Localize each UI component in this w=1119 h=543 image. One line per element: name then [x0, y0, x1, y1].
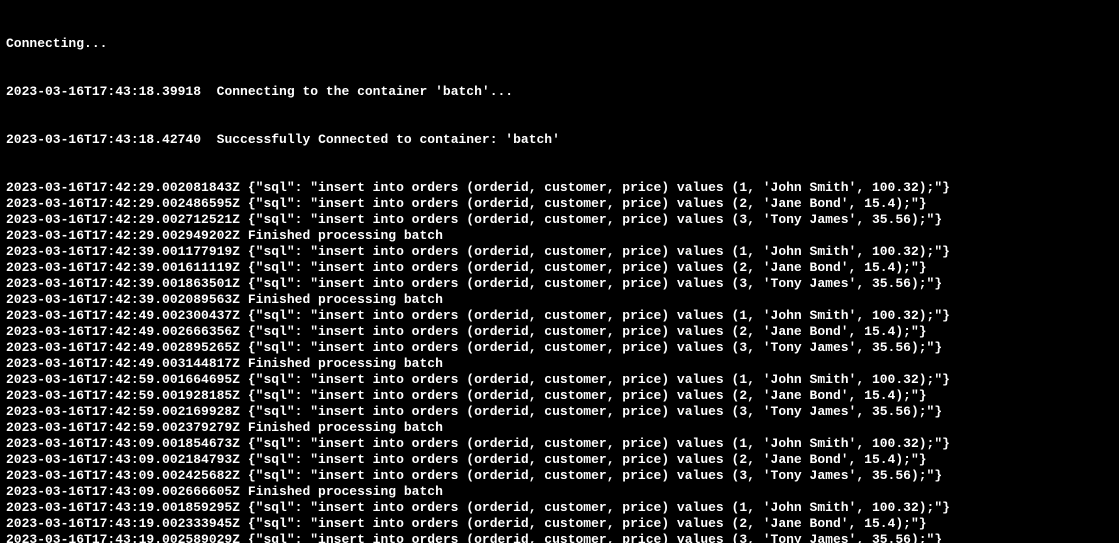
log-message: {"sql": "insert into orders (orderid, cu…	[240, 436, 950, 451]
log-line: 2023-03-16T17:42:49.002895265Z {"sql": "…	[6, 340, 1113, 356]
log-message: {"sql": "insert into orders (orderid, cu…	[240, 452, 927, 467]
timestamp: 2023-03-16T17:43:09.002666605Z	[6, 484, 240, 499]
log-message: {"sql": "insert into orders (orderid, cu…	[240, 532, 942, 543]
log-line: 2023-03-16T17:42:29.002712521Z {"sql": "…	[6, 212, 1113, 228]
log-line: 2023-03-16T17:43:09.002666605Z Finished …	[6, 484, 1113, 500]
timestamp: 2023-03-16T17:42:29.002712521Z	[6, 212, 240, 227]
log-message: {"sql": "insert into orders (orderid, cu…	[240, 500, 950, 515]
log-line: 2023-03-16T17:42:59.001928185Z {"sql": "…	[6, 388, 1113, 404]
log-line: 2023-03-16T17:42:39.001177919Z {"sql": "…	[6, 244, 1113, 260]
log-message: {"sql": "insert into orders (orderid, cu…	[240, 340, 942, 355]
header-line-2: 2023-03-16T17:43:18.42740 Successfully C…	[6, 132, 1113, 148]
log-line: 2023-03-16T17:42:49.002666356Z {"sql": "…	[6, 324, 1113, 340]
timestamp: 2023-03-16T17:42:39.001863501Z	[6, 276, 240, 291]
log-message: Successfully Connected to container: 'ba…	[201, 132, 560, 147]
log-line: 2023-03-16T17:42:59.002379279Z Finished …	[6, 420, 1113, 436]
log-line: 2023-03-16T17:42:29.002081843Z {"sql": "…	[6, 180, 1113, 196]
timestamp: 2023-03-16T17:43:18.39918	[6, 84, 201, 99]
log-line: 2023-03-16T17:43:09.001854673Z {"sql": "…	[6, 436, 1113, 452]
timestamp: 2023-03-16T17:42:49.003144817Z	[6, 356, 240, 371]
timestamp: 2023-03-16T17:43:19.002333945Z	[6, 516, 240, 531]
log-message: {"sql": "insert into orders (orderid, cu…	[240, 180, 950, 195]
timestamp: 2023-03-16T17:42:29.002949202Z	[6, 228, 240, 243]
timestamp: 2023-03-16T17:42:39.002089563Z	[6, 292, 240, 307]
log-line: 2023-03-16T17:42:39.002089563Z Finished …	[6, 292, 1113, 308]
log-message: Connecting to the container 'batch'...	[201, 84, 513, 99]
log-line: 2023-03-16T17:43:19.002333945Z {"sql": "…	[6, 516, 1113, 532]
log-message: {"sql": "insert into orders (orderid, cu…	[240, 196, 927, 211]
log-message: {"sql": "insert into orders (orderid, cu…	[240, 324, 927, 339]
log-line: 2023-03-16T17:43:09.002184793Z {"sql": "…	[6, 452, 1113, 468]
timestamp: 2023-03-16T17:42:59.001928185Z	[6, 388, 240, 403]
log-message: {"sql": "insert into orders (orderid, cu…	[240, 212, 942, 227]
log-body: 2023-03-16T17:42:29.002081843Z {"sql": "…	[6, 180, 1113, 543]
timestamp: 2023-03-16T17:43:09.002425682Z	[6, 468, 240, 483]
log-message: {"sql": "insert into orders (orderid, cu…	[240, 244, 950, 259]
timestamp: 2023-03-16T17:43:19.001859295Z	[6, 500, 240, 515]
log-message: Finished processing batch	[240, 356, 443, 371]
timestamp: 2023-03-16T17:43:09.001854673Z	[6, 436, 240, 451]
log-message: Finished processing batch	[240, 292, 443, 307]
log-message: {"sql": "insert into orders (orderid, cu…	[240, 276, 942, 291]
log-line: 2023-03-16T17:42:39.001611119Z {"sql": "…	[6, 260, 1113, 276]
log-line: 2023-03-16T17:43:19.001859295Z {"sql": "…	[6, 500, 1113, 516]
timestamp: 2023-03-16T17:43:18.42740	[6, 132, 201, 147]
log-line: 2023-03-16T17:42:59.001664695Z {"sql": "…	[6, 372, 1113, 388]
header-line-1: 2023-03-16T17:43:18.39918 Connecting to …	[6, 84, 1113, 100]
timestamp: 2023-03-16T17:42:29.002486595Z	[6, 196, 240, 211]
log-line: 2023-03-16T17:42:39.001863501Z {"sql": "…	[6, 276, 1113, 292]
timestamp: 2023-03-16T17:43:19.002589029Z	[6, 532, 240, 543]
log-message: {"sql": "insert into orders (orderid, cu…	[240, 388, 927, 403]
timestamp: 2023-03-16T17:42:49.002300437Z	[6, 308, 240, 323]
timestamp: 2023-03-16T17:43:09.002184793Z	[6, 452, 240, 467]
connecting-line: Connecting...	[6, 36, 1113, 52]
timestamp: 2023-03-16T17:42:39.001611119Z	[6, 260, 240, 275]
log-line: 2023-03-16T17:42:59.002169928Z {"sql": "…	[6, 404, 1113, 420]
timestamp: 2023-03-16T17:42:49.002666356Z	[6, 324, 240, 339]
log-message: {"sql": "insert into orders (orderid, cu…	[240, 260, 927, 275]
log-line: 2023-03-16T17:42:29.002949202Z Finished …	[6, 228, 1113, 244]
log-message: {"sql": "insert into orders (orderid, cu…	[240, 468, 942, 483]
log-line: 2023-03-16T17:42:49.002300437Z {"sql": "…	[6, 308, 1113, 324]
timestamp: 2023-03-16T17:42:49.002895265Z	[6, 340, 240, 355]
log-line: 2023-03-16T17:42:49.003144817Z Finished …	[6, 356, 1113, 372]
timestamp: 2023-03-16T17:42:59.002169928Z	[6, 404, 240, 419]
log-message: {"sql": "insert into orders (orderid, cu…	[240, 404, 942, 419]
log-line: 2023-03-16T17:43:09.002425682Z {"sql": "…	[6, 468, 1113, 484]
timestamp: 2023-03-16T17:42:39.001177919Z	[6, 244, 240, 259]
terminal-output[interactable]: Connecting... 2023-03-16T17:43:18.39918 …	[0, 0, 1119, 543]
timestamp: 2023-03-16T17:42:59.001664695Z	[6, 372, 240, 387]
log-message: {"sql": "insert into orders (orderid, cu…	[240, 372, 950, 387]
timestamp: 2023-03-16T17:42:29.002081843Z	[6, 180, 240, 195]
log-line: 2023-03-16T17:43:19.002589029Z {"sql": "…	[6, 532, 1113, 543]
log-line: 2023-03-16T17:42:29.002486595Z {"sql": "…	[6, 196, 1113, 212]
log-message: Finished processing batch	[240, 228, 443, 243]
log-message: Finished processing batch	[240, 420, 443, 435]
log-message: Finished processing batch	[240, 484, 443, 499]
timestamp: 2023-03-16T17:42:59.002379279Z	[6, 420, 240, 435]
log-message: {"sql": "insert into orders (orderid, cu…	[240, 308, 950, 323]
log-message: {"sql": "insert into orders (orderid, cu…	[240, 516, 927, 531]
